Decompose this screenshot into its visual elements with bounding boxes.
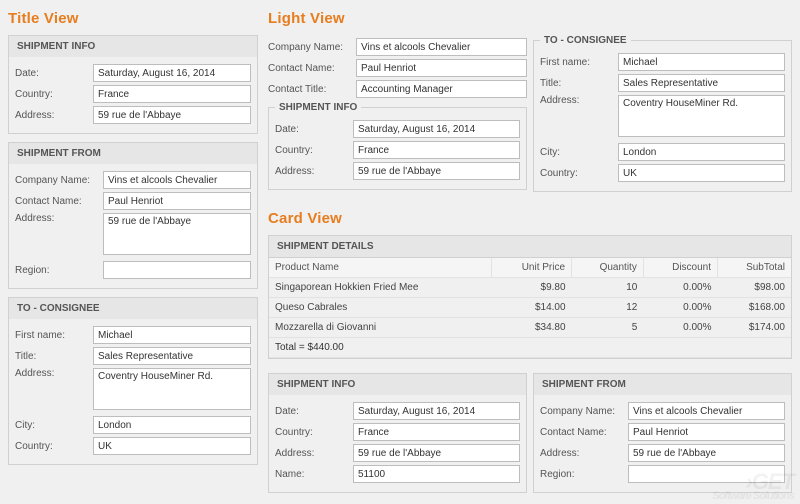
title-view-to-consignee: TO - CONSIGNEE First name: Title: Addres… bbox=[8, 297, 258, 465]
title-view-heading: Title View bbox=[8, 10, 258, 27]
label-date: Date: bbox=[275, 124, 349, 135]
label-name: Name: bbox=[275, 469, 349, 480]
group-header: TO - CONSIGNEE bbox=[8, 297, 258, 319]
light-shipment-info: SHIPMENT INFO Date: Country: Address: bbox=[268, 102, 527, 190]
input-date[interactable] bbox=[353, 120, 520, 138]
label-city: City: bbox=[540, 147, 614, 158]
input-date[interactable] bbox=[93, 64, 251, 82]
input-region[interactable] bbox=[628, 465, 785, 483]
label-country: Country: bbox=[275, 145, 349, 156]
input-date[interactable] bbox=[353, 402, 520, 420]
label-contact: Contact Name: bbox=[15, 196, 99, 207]
input-region[interactable] bbox=[103, 261, 251, 279]
label-date: Date: bbox=[275, 406, 349, 417]
label-title: Title: bbox=[15, 351, 89, 362]
label-address: Address: bbox=[15, 368, 89, 379]
input-contact[interactable] bbox=[628, 423, 785, 441]
card-shipment-from: Company Name: Contact Name: Address: Reg… bbox=[533, 395, 792, 493]
input-firstname[interactable] bbox=[618, 53, 785, 71]
col-subtotal[interactable]: SubTotal bbox=[718, 258, 792, 278]
input-address[interactable] bbox=[353, 444, 520, 462]
label-contact: Contact Name: bbox=[268, 63, 352, 74]
group-legend: SHIPMENT INFO bbox=[275, 102, 361, 113]
input-address[interactable]: Coventry HouseMiner Rd. bbox=[618, 95, 785, 137]
title-view-column: Title View SHIPMENT INFO Date: Country: … bbox=[8, 6, 258, 493]
input-address[interactable] bbox=[628, 444, 785, 462]
group-header: SHIPMENT DETAILS bbox=[269, 236, 791, 258]
label-firstname: First name: bbox=[15, 330, 89, 341]
input-company[interactable] bbox=[356, 38, 527, 56]
group-header: SHIPMENT INFO bbox=[8, 35, 258, 57]
input-name[interactable] bbox=[353, 465, 520, 483]
input-country[interactable] bbox=[618, 164, 785, 182]
col-product[interactable]: Product Name bbox=[269, 258, 491, 278]
group-header: SHIPMENT FROM bbox=[533, 373, 792, 395]
label-address: Address: bbox=[15, 110, 89, 121]
input-company[interactable] bbox=[103, 171, 251, 189]
col-quantity[interactable]: Quantity bbox=[572, 258, 644, 278]
label-firstname: First name: bbox=[540, 57, 614, 68]
total-label: Total = $440.00 bbox=[269, 338, 791, 358]
label-city: City: bbox=[15, 420, 89, 431]
input-country[interactable] bbox=[93, 85, 251, 103]
card-view-heading: Card View bbox=[268, 210, 792, 227]
group-legend: TO - CONSIGNEE bbox=[540, 35, 631, 46]
input-contact[interactable] bbox=[103, 192, 251, 210]
table-row[interactable]: Queso Cabrales$14.00120.00%$168.00 bbox=[269, 298, 791, 318]
label-company: Company Name: bbox=[15, 175, 99, 186]
input-city[interactable] bbox=[618, 143, 785, 161]
light-view-left: Company Name: Contact Name: Contact Titl… bbox=[268, 35, 527, 198]
table-row[interactable]: Singaporean Hokkien Fried Mee$9.80100.00… bbox=[269, 278, 791, 298]
light-view-heading: Light View bbox=[268, 10, 792, 27]
light-to-consignee: TO - CONSIGNEE First name: Title: Addres… bbox=[533, 35, 792, 192]
input-firstname[interactable] bbox=[93, 326, 251, 344]
title-view-shipment-info: SHIPMENT INFO Date: Country: Address: bbox=[8, 35, 258, 134]
label-title: Title: bbox=[540, 78, 614, 89]
label-contact-title: Contact Title: bbox=[268, 84, 352, 95]
shipment-details: SHIPMENT DETAILS Product Name Unit Price… bbox=[268, 235, 792, 359]
input-city[interactable] bbox=[93, 416, 251, 434]
label-region: Region: bbox=[15, 265, 99, 276]
shipment-details-table: Product Name Unit Price Quantity Discoun… bbox=[269, 258, 791, 358]
group-header: SHIPMENT INFO bbox=[268, 373, 527, 395]
title-view-shipment-from: SHIPMENT FROM Company Name: Contact Name… bbox=[8, 142, 258, 289]
label-country: Country: bbox=[275, 427, 349, 438]
label-company: Company Name: bbox=[268, 42, 352, 53]
input-address[interactable] bbox=[353, 162, 520, 180]
label-company: Company Name: bbox=[540, 406, 624, 417]
input-contact[interactable] bbox=[356, 59, 527, 77]
label-address: Address: bbox=[275, 448, 349, 459]
input-title[interactable] bbox=[93, 347, 251, 365]
input-contact-title[interactable] bbox=[356, 80, 527, 98]
input-address[interactable] bbox=[93, 106, 251, 124]
label-contact: Contact Name: bbox=[540, 427, 624, 438]
input-address[interactable]: 59 rue de l'Abbaye bbox=[103, 213, 251, 255]
input-company[interactable] bbox=[628, 402, 785, 420]
col-discount[interactable]: Discount bbox=[643, 258, 717, 278]
card-shipment-info: Date: Country: Address: Name: bbox=[268, 395, 527, 493]
label-address: Address: bbox=[275, 166, 349, 177]
label-address: Address: bbox=[15, 213, 99, 224]
label-address: Address: bbox=[540, 95, 614, 106]
label-country: Country: bbox=[15, 441, 89, 452]
input-country[interactable] bbox=[353, 423, 520, 441]
col-unit-price[interactable]: Unit Price bbox=[491, 258, 572, 278]
label-date: Date: bbox=[15, 68, 89, 79]
label-country: Country: bbox=[540, 168, 614, 179]
input-title[interactable] bbox=[618, 74, 785, 92]
input-country[interactable] bbox=[353, 141, 520, 159]
table-row[interactable]: Mozzarella di Giovanni$34.8050.00%$174.0… bbox=[269, 318, 791, 338]
input-country[interactable] bbox=[93, 437, 251, 455]
group-header: SHIPMENT FROM bbox=[8, 142, 258, 164]
label-region: Region: bbox=[540, 469, 624, 480]
label-country: Country: bbox=[15, 89, 89, 100]
label-address: Address: bbox=[540, 448, 624, 459]
input-address[interactable]: Coventry HouseMiner Rd. bbox=[93, 368, 251, 410]
